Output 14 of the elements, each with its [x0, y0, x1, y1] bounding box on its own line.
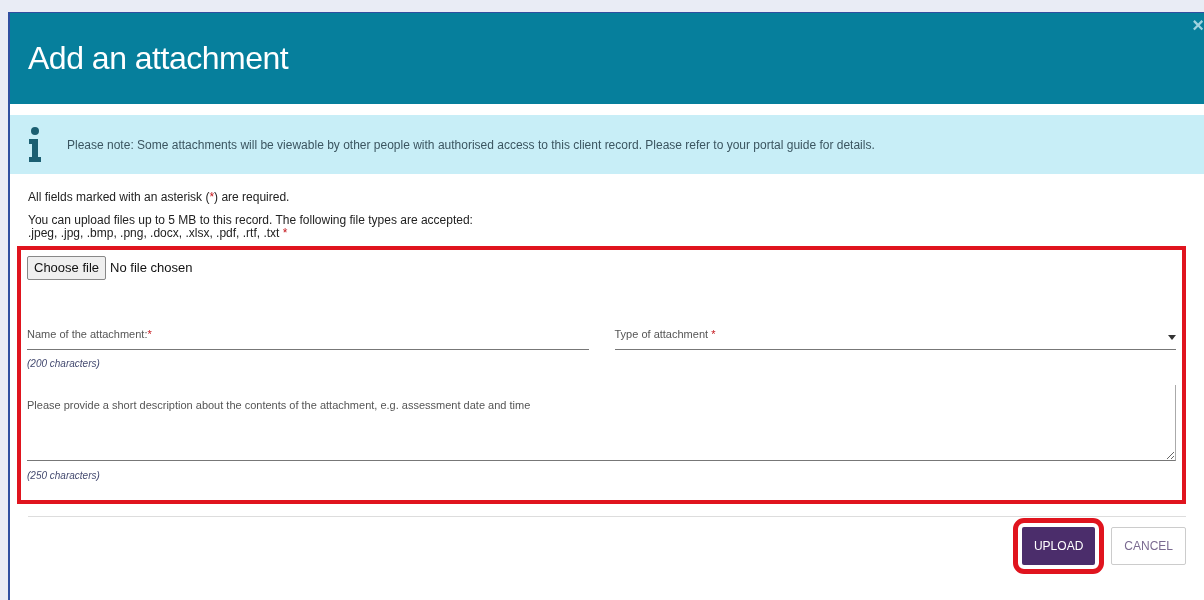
upload-info-text: You can upload files up to 5 MB to this record. The following file types are accepted: .jpeg, .jpg, .bmp, .png, .docx, .xlsx, .pdf, .rtf, .txt * — [28, 214, 474, 241]
notice-text: Please note: Some attachments will be viewable by other people with authorised access to this client record. Please refer to your portal guide for details. — [67, 136, 875, 154]
character-limit-hint: (250 characters) — [27, 468, 101, 483]
dialog-title: Add an attachment — [28, 39, 289, 78]
required-note: All fields marked with an asterisk (*) are required. — [28, 189, 291, 206]
choose-file-button[interactable]: Choose file — [27, 256, 107, 280]
file-status-text: No file chosen — [110, 259, 193, 278]
character-limit-hint: (200 characters) — [27, 356, 101, 371]
dropdown-caret-icon — [1168, 334, 1176, 340]
cancel-button[interactable]: CANCEL — [1111, 527, 1186, 566]
description-field[interactable]: Please provide a short description about the contents of the attachment, e.g. assessment date and time — [27, 384, 1176, 461]
name-input-field[interactable]: Name of the attachment:* — [27, 325, 589, 350]
type-select-field[interactable]: Type of attachment * — [614, 325, 1176, 350]
info-icon — [28, 126, 42, 163]
